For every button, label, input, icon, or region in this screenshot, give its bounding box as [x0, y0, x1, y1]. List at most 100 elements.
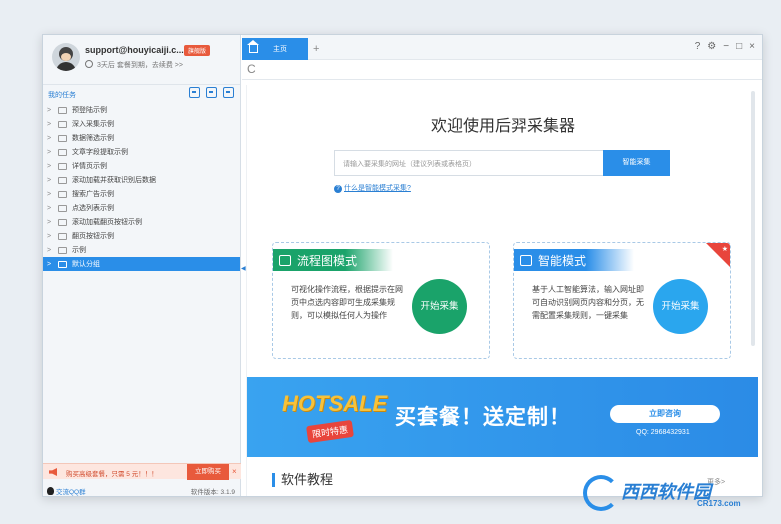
task-header: 我的任务: [43, 87, 240, 101]
home-icon: [247, 40, 259, 53]
buy-now-button[interactable]: 立即购买: [187, 464, 229, 480]
chevron-right-icon[interactable]: >: [47, 261, 55, 268]
banner-slogan: 买套餐！送定制！: [395, 406, 571, 429]
refresh-icon[interactable]: C: [247, 62, 256, 76]
robot-icon: [520, 254, 532, 266]
tab-home-label: 主页: [273, 46, 287, 53]
task-tree-item[interactable]: > 翻页按钮示例: [43, 229, 240, 243]
help-icon[interactable]: ?: [695, 41, 701, 52]
task-label: 详情页示例: [72, 163, 107, 170]
watermark-logo-icon: [583, 475, 619, 511]
help-link-text: 什么是智能模式采集?: [344, 185, 411, 192]
task-tree-item[interactable]: > 默认分组: [43, 257, 240, 271]
hotsale-art: HOTSALE 限时特惠: [282, 387, 392, 447]
task-tree-item[interactable]: > 文章字段提取示例: [43, 145, 240, 159]
task-title: 我的任务: [48, 92, 76, 99]
close-icon[interactable]: ×: [749, 41, 755, 52]
user-email: support@houyicaiji.c...: [85, 45, 184, 55]
smart-mode-tag: 智能模式: [514, 249, 634, 271]
smart-start-button[interactable]: 开始采集: [653, 279, 708, 334]
qq-icon: [47, 487, 54, 495]
chevron-right-icon[interactable]: >: [47, 149, 55, 156]
limited-offer-tag: 限时特惠: [306, 419, 354, 444]
avatar-face: [61, 53, 71, 61]
qq-group-link[interactable]: 交流QQ群: [47, 486, 86, 496]
folder-icon: [58, 148, 67, 156]
consult-button[interactable]: 立即咨询: [610, 405, 720, 423]
qq-group-label: 交流QQ群: [56, 489, 86, 496]
promo-banner[interactable]: HOTSALE 限时特惠 买套餐！送定制！ 立即咨询 QQ: 296843293…: [247, 377, 758, 457]
flow-start-button[interactable]: 开始采集: [412, 279, 467, 334]
chevron-right-icon[interactable]: >: [47, 205, 55, 212]
add-tab-button[interactable]: +: [313, 43, 319, 55]
folder-icon: [58, 120, 67, 128]
url-input[interactable]: 请输入要采集的网址（建议列表或表格页）: [334, 150, 604, 176]
chevron-right-icon[interactable]: >: [47, 177, 55, 184]
flow-mode-title: 流程图模式: [297, 253, 358, 268]
flow-mode-card[interactable]: 流程图模式 可视化操作流程，根据提示在网页中点选内容即可生成采集规则，可以模拟任…: [272, 242, 490, 359]
profile-area: support@houyicaiji.c... 旗舰版 3天后 套餐到期，去续费…: [43, 35, 240, 85]
minimize-icon[interactable]: −: [723, 41, 729, 52]
promo-text: 购买高级套餐，只需 5 元！！！: [66, 471, 158, 478]
task-tree-item[interactable]: > 深入采集示例: [43, 117, 240, 131]
folder-icon: [58, 260, 67, 268]
task-tree-item[interactable]: > 示例: [43, 243, 240, 257]
question-icon: ?: [334, 185, 342, 193]
chevron-right-icon[interactable]: >: [47, 233, 55, 240]
flow-mode-desc: 可视化操作流程，根据提示在网页中点选内容即可生成采集规则，可以模拟任何人为操作: [291, 285, 403, 320]
import-task-icon[interactable]: [189, 87, 200, 98]
promo-close-icon[interactable]: ×: [232, 467, 237, 476]
app-window: support@houyicaiji.c... 旗舰版 3天后 套餐到期，去续费…: [42, 34, 763, 497]
flowchart-icon: [279, 254, 291, 266]
task-tree-item[interactable]: > 滚动加载并获取识别后数据: [43, 173, 240, 187]
task-tree-item[interactable]: > 详情页示例: [43, 159, 240, 173]
chevron-right-icon[interactable]: >: [47, 135, 55, 142]
task-label: 深入采集示例: [72, 121, 114, 128]
vip-badge: 旗舰版: [184, 45, 211, 56]
chevron-right-icon[interactable]: >: [47, 121, 55, 128]
task-tree-item[interactable]: > 点选列表示例: [43, 201, 240, 215]
new-task-icon[interactable]: [206, 87, 217, 98]
chevron-right-icon[interactable]: >: [47, 219, 55, 226]
home-content: 欢迎使用后羿采集器 请输入要采集的网址（建议列表或表格页） 智能采集 ? 什么是智…: [246, 85, 758, 496]
watermark-url: CR173.com: [697, 499, 741, 508]
smart-mode-card[interactable]: ★ 智能模式 基于人工智能算法，输入网址即可自动识别网页内容和分页，无需配置采集…: [513, 242, 731, 359]
chevron-right-icon[interactable]: >: [47, 107, 55, 114]
chevron-right-icon[interactable]: >: [47, 247, 55, 254]
promo-bar: 购买高级套餐，只需 5 元！！！ 立即购买 ×: [43, 463, 241, 480]
task-tree-item[interactable]: > 预登陆示例: [43, 103, 240, 117]
task-label: 预登陆示例: [72, 107, 107, 114]
renew-link[interactable]: 3天后 套餐到期，去续费 >>: [85, 60, 183, 70]
smart-mode-desc: 基于人工智能算法，输入网址即可自动识别网页内容和分页，无需配置采集规则，一键采集: [532, 285, 644, 320]
window-controls: ? ⚙ − □ ×: [695, 41, 755, 52]
url-bar: C: [242, 60, 762, 80]
maximize-icon[interactable]: □: [736, 41, 742, 52]
tab-home[interactable]: 主页: [242, 38, 308, 60]
folder-icon: [58, 176, 67, 184]
speaker-icon: [49, 468, 57, 476]
settings-gear-icon[interactable]: ⚙: [707, 41, 716, 52]
avatar-body: [56, 62, 76, 71]
task-tree-item[interactable]: > 数据筛选示例: [43, 131, 240, 145]
folder-icon: [58, 246, 67, 254]
folder-icon: [58, 190, 67, 198]
task-list-icon[interactable]: [223, 87, 234, 98]
left-footer: 交流QQ群 软件版本: 3.1.9: [43, 481, 241, 496]
chevron-right-icon[interactable]: >: [47, 191, 55, 198]
avatar[interactable]: [52, 43, 80, 71]
smart-mode-title: 智能模式: [538, 253, 587, 268]
task-tree: > 预登陆示例 > 深入采集示例 > 数据筛选示例 > 文章字段提取示例 > 详情页示例 > 滚动加载…: [43, 103, 240, 271]
folder-icon: [58, 134, 67, 142]
smart-mode-help-link[interactable]: ? 什么是智能模式采集?: [334, 183, 411, 193]
folder-icon: [58, 232, 67, 240]
clock-icon: [85, 60, 93, 68]
task-tree-item[interactable]: > 搜索广告示例: [43, 187, 240, 201]
thumbs-up-icon: ★: [721, 246, 728, 253]
software-version: 软件版本: 3.1.9: [190, 489, 235, 496]
task-label: 搜索广告示例: [72, 191, 114, 198]
smart-collect-button[interactable]: 智能采集: [603, 150, 670, 176]
task-label: 滚动加载翻页按钮示例: [72, 219, 142, 226]
chevron-right-icon[interactable]: >: [47, 163, 55, 170]
task-tree-item[interactable]: > 滚动加载翻页按钮示例: [43, 215, 240, 229]
hotsale-text: HOTSALE: [282, 391, 388, 416]
